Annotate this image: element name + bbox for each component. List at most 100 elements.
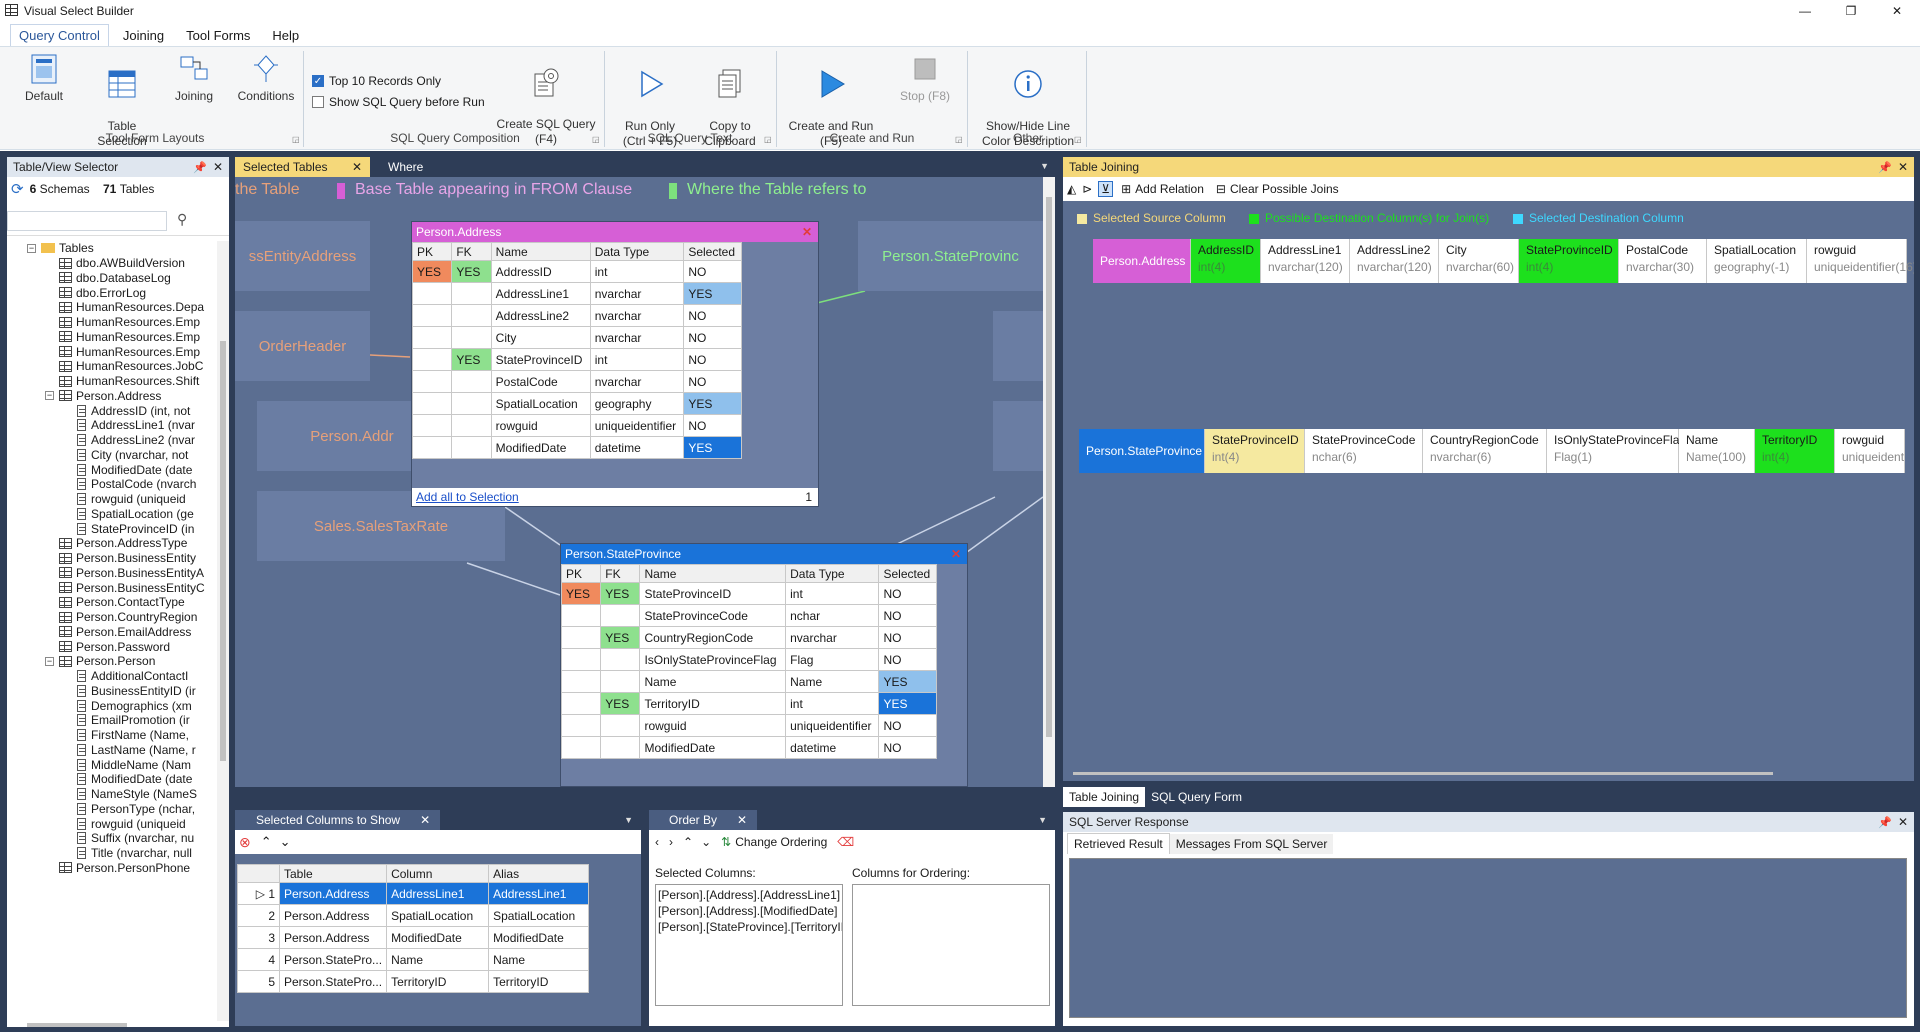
grid-cell[interactable]: StateProvinceID — [639, 582, 787, 605]
grid-cell[interactable]: ModifiedDate — [488, 926, 590, 949]
refresh-icon[interactable]: ⟳ — [11, 180, 24, 198]
tree-item[interactable]: rowguid (uniqueid — [77, 492, 186, 506]
tree-item[interactable]: − Person.Person — [45, 654, 155, 668]
selected-columns-tab[interactable]: Selected Columns to Show ✕ — [235, 810, 441, 830]
close-icon[interactable]: ✕ — [352, 160, 362, 174]
grid-cell[interactable]: NO — [878, 582, 937, 605]
grid-row[interactable]: SpatialLocation geography YES — [411, 392, 742, 415]
tree-hscrollbar[interactable] — [27, 1023, 127, 1027]
grid-row[interactable]: PostalCode nvarchar NO — [411, 370, 742, 393]
tree-item[interactable]: dbo.AWBuildVersion — [59, 256, 185, 270]
grid-cell[interactable]: NO — [878, 626, 937, 649]
grid-cell[interactable]: YES — [560, 582, 602, 605]
grid-cell[interactable]: Person.Address — [278, 882, 388, 905]
tree-item[interactable]: Person.BusinessEntity — [59, 551, 196, 565]
close-icon[interactable]: ✕ — [1874, 0, 1920, 22]
tree-item[interactable]: HumanResources.Shift — [59, 374, 199, 388]
grid-header-cell[interactable]: PK — [560, 564, 602, 583]
search-icon[interactable]: ⚲ — [177, 211, 187, 228]
joining-button[interactable]: Joining — [166, 53, 222, 104]
grid-header-cell[interactable]: Data Type — [589, 242, 685, 261]
flip-vertical-icon[interactable]: ⊳ — [1082, 182, 1092, 196]
grid-cell[interactable]: ▷ 1 — [237, 882, 280, 905]
table-row[interactable]: 3 Person.Address ModifiedDate ModifiedDate — [237, 926, 590, 949]
eraser-icon[interactable]: ⌫ — [837, 835, 854, 849]
grid-cell[interactable]: nvarchar — [589, 326, 685, 349]
tree-item[interactable]: BusinessEntityID (ir — [77, 684, 196, 698]
grid-cell[interactable]: ModifiedDate — [490, 436, 591, 459]
tree-item[interactable]: FirstName (Name, — [77, 728, 189, 742]
grid-header-cell[interactable]: Column — [386, 864, 490, 883]
grid-cell[interactable]: YES — [451, 260, 492, 283]
move-down-icon[interactable]: ⌄ — [280, 834, 291, 850]
grid-cell[interactable] — [411, 282, 453, 305]
grid-cell[interactable]: AddressID — [490, 260, 591, 283]
tab-tool-forms[interactable]: Tool Forms — [178, 25, 258, 46]
grid-cell[interactable] — [451, 304, 492, 327]
collapse-icon[interactable]: − — [45, 656, 54, 666]
grid-header-cell[interactable]: Name — [490, 242, 591, 261]
tab-selected-tables[interactable]: Selected Tables ✕ — [235, 157, 370, 177]
grid-cell[interactable] — [600, 714, 641, 737]
person-stateprovince-window[interactable]: Person.StateProvince ✕ PK FK Name Data Type… — [560, 543, 968, 787]
grid-cell[interactable]: NO — [878, 736, 937, 759]
grid-cell[interactable]: AddressLine1 — [386, 882, 490, 905]
grid-cell[interactable]: AddressLine1 — [490, 282, 591, 305]
list-item[interactable]: [Person].[Address].[ModifiedDate] — [658, 903, 840, 919]
grid-row[interactable]: rowguid uniqueidentifier NO — [411, 414, 742, 437]
tree-item[interactable]: ModifiedDate (date — [77, 463, 192, 477]
grid-cell[interactable]: Name — [785, 670, 880, 693]
grid-header-cell[interactable]: Table — [278, 864, 388, 883]
grid-row[interactable]: AddressLine2 nvarchar NO — [411, 304, 742, 327]
close-icon[interactable]: ✕ — [1898, 815, 1908, 829]
grid-cell[interactable]: NO — [683, 414, 742, 437]
tab-table-joining[interactable]: Table Joining — [1063, 787, 1146, 807]
auto-join-icon[interactable]: ⊻ — [1098, 181, 1114, 197]
clear-joins-icon[interactable]: ⊟ — [1216, 182, 1226, 196]
order-by-tab[interactable]: Order By ✕ — [649, 810, 758, 830]
grid-cell[interactable]: NO — [683, 370, 742, 393]
flip-horizontal-icon[interactable]: ◭ — [1067, 182, 1076, 196]
close-icon[interactable]: ✕ — [737, 813, 747, 827]
canvas-vscrollbar[interactable] — [1043, 177, 1055, 787]
collapse-icon[interactable]: − — [45, 391, 54, 401]
join-column-cell[interactable]: StateProvinceID int(4) — [1205, 429, 1305, 473]
default-button[interactable]: Default — [18, 53, 70, 104]
grid-cell[interactable]: TerritoryID — [488, 970, 590, 993]
selector-search-input[interactable] — [7, 211, 167, 231]
grid-cell[interactable]: 4 — [237, 948, 280, 971]
sort-icon[interactable]: ⇅ — [721, 835, 731, 849]
grid-cell[interactable]: StateProvinceID — [490, 348, 591, 371]
grid-cell[interactable] — [451, 414, 492, 437]
ordering-columns-list[interactable] — [852, 884, 1050, 1006]
tree-item[interactable]: MiddleName (Nam — [77, 758, 191, 772]
grid-row[interactable]: City nvarchar NO — [411, 326, 742, 349]
tree-item[interactable]: dbo.ErrorLog — [59, 286, 146, 300]
grid-cell[interactable] — [600, 736, 641, 759]
grid-cell[interactable]: nvarchar — [589, 370, 685, 393]
tree-item[interactable]: Demographics (xm — [77, 699, 192, 713]
grid-cell[interactable] — [600, 604, 641, 627]
tab-where[interactable]: Where — [380, 157, 431, 177]
grid-cell[interactable] — [411, 370, 453, 393]
grid-cell[interactable]: ModifiedDate — [386, 926, 490, 949]
grid-cell[interactable]: uniqueidentifier — [589, 414, 685, 437]
grid-cell[interactable] — [411, 436, 453, 459]
grid-cell[interactable]: Person.Address — [278, 904, 388, 927]
grid-cell[interactable]: YES — [683, 436, 742, 459]
dialog-launcher-icon[interactable]: ◲ — [955, 135, 963, 144]
dialog-launcher-icon[interactable]: ◲ — [292, 135, 300, 144]
grid-cell[interactable]: NO — [878, 714, 937, 737]
move-up-icon[interactable]: ⌃ — [261, 834, 272, 850]
dialog-launcher-icon[interactable]: ◲ — [764, 135, 772, 144]
grid-cell[interactable] — [411, 348, 453, 371]
clear-joins-button[interactable]: Clear Possible Joins — [1230, 182, 1339, 196]
pin-icon[interactable]: 📌 — [193, 161, 207, 174]
join-column-cell[interactable]: AddressLine2 nvarchar(120) — [1350, 239, 1439, 283]
join-table-name[interactable]: Person.Address — [1093, 239, 1191, 283]
grid-cell[interactable] — [560, 626, 602, 649]
tree-item[interactable]: Suffix (nvarchar, nu — [77, 831, 194, 845]
table-row[interactable]: 2 Person.Address SpatialLocation SpatialLoc… — [237, 904, 590, 927]
grid-cell[interactable] — [600, 670, 641, 693]
grid-cell[interactable]: Person.StatePro... — [278, 948, 388, 971]
